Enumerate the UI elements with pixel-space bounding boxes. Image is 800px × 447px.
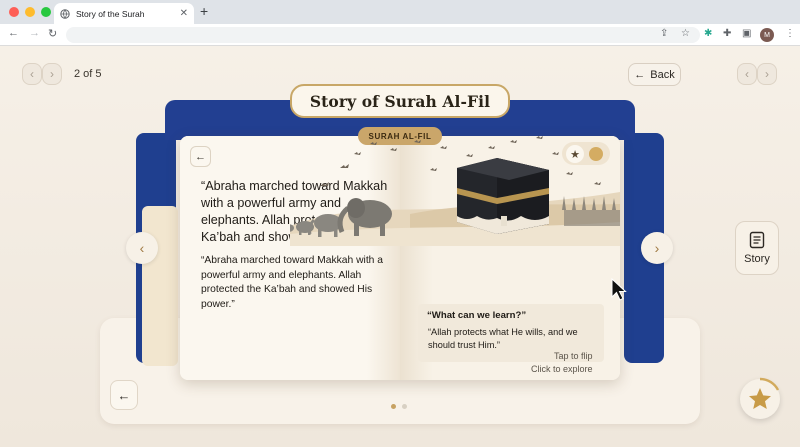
page-counter: 2 of 5 — [74, 68, 102, 80]
browser-tab[interactable]: Story of the Surah ✕ — [54, 3, 194, 24]
audio-dot-icon[interactable] — [589, 147, 603, 161]
extensions-puzzle-icon[interactable]: ✚ — [723, 28, 731, 39]
address-input[interactable] — [66, 27, 700, 43]
extension-icon[interactable]: ✱ — [704, 28, 712, 39]
profile-avatar[interactable]: M — [760, 28, 774, 42]
new-tab-button[interactable]: + — [200, 3, 208, 19]
close-window-button[interactable] — [9, 7, 19, 17]
star-glyph: ★ — [570, 148, 580, 161]
prev-page-button[interactable]: ‹ — [126, 232, 158, 264]
story-button[interactable]: Story — [735, 221, 779, 275]
chevron-right-icon: › — [50, 67, 54, 81]
browser-tab-bar: Story of the Surah ✕ + — [0, 0, 800, 24]
chevron-left-icon: ‹ — [30, 67, 34, 81]
tab-title: Story of the Surah — [76, 8, 145, 19]
pagination-dots — [391, 404, 407, 409]
back-button[interactable]: ← Back — [628, 63, 681, 86]
reload-icon[interactable]: ↻ — [48, 27, 57, 40]
arrow-left-icon: ← — [634, 68, 646, 81]
browser-forward-icon[interactable]: → — [29, 27, 40, 39]
story-page: ‹ › 2 of 5 ← Back ‹ › Story of Surah Al-… — [0, 46, 800, 447]
back-button-label: Back — [650, 68, 675, 81]
address-bar-row: ← → ↻ ⇪ ☆ ✱ ✚ ▣ M ⋮ — [0, 24, 800, 46]
mouse-cursor-icon — [611, 278, 627, 301]
chevron-right-icon: › — [765, 67, 769, 81]
browser-menu-icon[interactable]: ⋮ — [785, 28, 795, 39]
close-tab-icon[interactable]: ✕ — [180, 8, 188, 19]
favorite-star-icon[interactable]: ★ — [566, 145, 584, 163]
maximize-window-button[interactable] — [41, 7, 51, 17]
sidebar-panel-icon[interactable]: ▣ — [742, 28, 751, 39]
browser-back-icon[interactable]: ← — [8, 27, 19, 39]
chevron-right-icon: › — [654, 240, 660, 256]
pagination-dot-active[interactable] — [391, 404, 396, 409]
story-button-label: Story — [744, 253, 770, 265]
next-page-button[interactable]: › — [641, 232, 673, 264]
progress-ring — [759, 377, 780, 391]
page-next-button[interactable]: › — [757, 63, 777, 85]
page-prev-button[interactable]: ‹ — [737, 63, 757, 85]
page-title: Story of Surah Al-Fil — [290, 84, 510, 118]
book-icon — [749, 231, 765, 249]
chevron-left-icon: ‹ — [745, 67, 749, 81]
bookmark-star-icon[interactable]: ☆ — [681, 28, 690, 39]
lesson-title: “What can we learn?” — [427, 310, 527, 321]
arrow-left-icon: ← — [195, 150, 206, 163]
chevron-left-icon: ‹ — [139, 240, 145, 256]
back-card-page — [142, 206, 178, 366]
arrow-left-icon: ← — [117, 387, 131, 403]
page-back-button[interactable]: ← — [190, 146, 211, 167]
globe-icon — [60, 8, 70, 19]
prev-story-button[interactable]: ‹ — [22, 63, 42, 85]
kaaba — [457, 158, 549, 234]
minimize-window-button[interactable] — [25, 7, 35, 17]
explore-hint: Click to explore — [531, 364, 593, 374]
rewards-star-button[interactable] — [740, 377, 780, 419]
story-quote-small: “Abraha marched toward Makkah with a pow… — [201, 255, 383, 310]
window-controls — [9, 7, 51, 17]
next-story-button[interactable]: › — [42, 63, 62, 85]
share-icon[interactable]: ⇪ — [660, 28, 668, 39]
flip-hint: Tap to flip — [554, 351, 593, 361]
tray-back-button[interactable]: ← — [110, 380, 138, 410]
lesson-text: “Allah protects what He wills, and we sh… — [428, 327, 578, 350]
pagination-dot[interactable] — [402, 404, 407, 409]
